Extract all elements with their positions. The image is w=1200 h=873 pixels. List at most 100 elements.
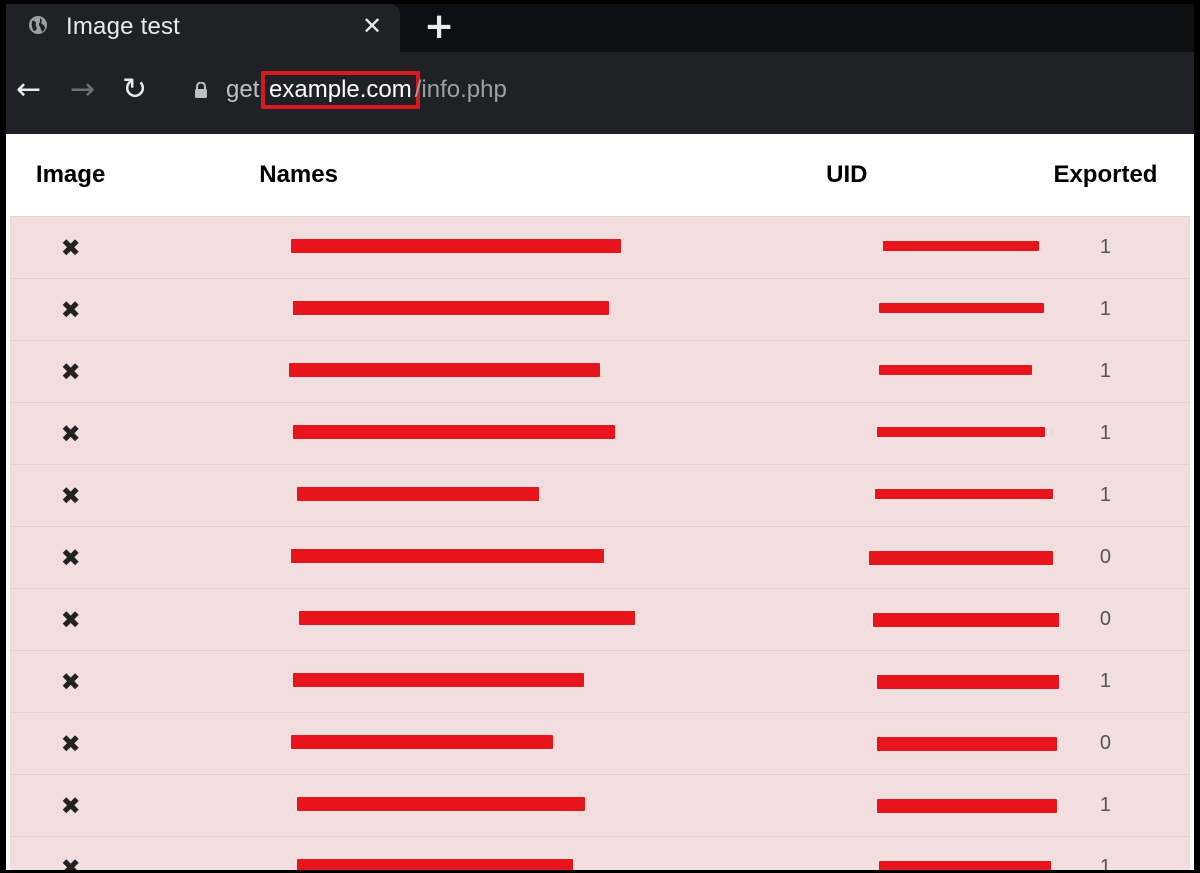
exported-cell: 1 bbox=[1099, 422, 1112, 444]
table-row: ✖ 1 bbox=[10, 836, 1190, 871]
name-cell-redacted bbox=[131, 217, 673, 279]
reload-icon[interactable]: ↻ bbox=[122, 72, 147, 107]
forward-arrow-icon[interactable]: → bbox=[70, 72, 95, 107]
image-cell: ✖ bbox=[10, 775, 131, 837]
exported-cell: 1 bbox=[1099, 360, 1112, 382]
image-cell: ✖ bbox=[10, 527, 131, 589]
missing-image-x-icon: ✖ bbox=[60, 419, 81, 448]
name-cell-redacted bbox=[131, 465, 673, 527]
redaction-bar bbox=[299, 611, 636, 625]
uid-cell-redacted bbox=[673, 527, 1053, 589]
redaction-bar bbox=[876, 427, 1045, 437]
redaction-bar bbox=[878, 365, 1032, 375]
uid-cell-redacted bbox=[673, 403, 1045, 465]
page-content: Image Names UID Exported ✖ 1 ✖ 1 ✖ 1 ✖ 1 ✖ 1 ✖ 0 ✖ 0 ✖… bbox=[6, 134, 1194, 870]
uid-cell-redacted bbox=[673, 775, 1057, 837]
new-tab-button[interactable]: + bbox=[424, 6, 454, 47]
redaction-bar bbox=[293, 673, 585, 687]
exported-cell: 0 bbox=[1099, 546, 1112, 568]
missing-image-x-icon: ✖ bbox=[60, 295, 81, 324]
redaction-bar bbox=[293, 301, 610, 315]
name-cell-redacted bbox=[131, 279, 673, 341]
table-row: ✖ 1 bbox=[10, 464, 1190, 527]
missing-image-x-icon: ✖ bbox=[60, 543, 81, 572]
uid-cell-redacted bbox=[673, 279, 1044, 341]
name-cell-redacted bbox=[131, 713, 673, 775]
column-header-exported: Exported bbox=[1053, 161, 1158, 188]
image-cell: ✖ bbox=[10, 651, 131, 713]
tab-strip: Image test ✕ + bbox=[6, 4, 1194, 54]
address-toolbar: ← → ↻ get. example.com/info.php bbox=[6, 52, 1194, 134]
table-row: ✖ 1 bbox=[10, 650, 1190, 713]
back-arrow-icon[interactable]: ← bbox=[16, 72, 41, 107]
exported-cell: 1 bbox=[1099, 484, 1112, 506]
uid-cell-redacted bbox=[673, 589, 1059, 651]
missing-image-x-icon: ✖ bbox=[60, 667, 81, 696]
image-cell: ✖ bbox=[10, 403, 131, 465]
redaction-bar bbox=[297, 859, 574, 870]
exported-cell: 1 bbox=[1099, 794, 1112, 816]
redaction-bar bbox=[878, 303, 1044, 313]
name-cell-redacted bbox=[131, 527, 673, 589]
redaction-bar bbox=[291, 239, 622, 253]
exported-cell: 1 bbox=[1099, 856, 1112, 870]
uid-cell-redacted bbox=[673, 651, 1059, 713]
name-cell-redacted bbox=[131, 775, 673, 837]
table-row: ✖ 1 bbox=[10, 402, 1190, 465]
records-table: Image Names UID Exported ✖ 1 ✖ 1 ✖ 1 ✖ 1 ✖ 1 ✖ 0 ✖ 0 ✖… bbox=[10, 134, 1190, 870]
table-row: ✖ 0 bbox=[10, 712, 1190, 775]
redaction-bar bbox=[289, 363, 601, 377]
redaction-bar bbox=[882, 241, 1039, 251]
missing-image-x-icon: ✖ bbox=[60, 791, 81, 820]
uid-cell-redacted bbox=[673, 341, 1032, 403]
table-row: ✖ 0 bbox=[10, 526, 1190, 589]
table-header-row: Image Names UID Exported bbox=[10, 134, 1190, 217]
image-cell: ✖ bbox=[10, 465, 131, 527]
name-cell-redacted bbox=[131, 589, 673, 651]
url-path: /info.php bbox=[414, 76, 507, 103]
url-host-highlighted: example.com bbox=[261, 71, 420, 109]
name-cell-redacted bbox=[131, 837, 673, 870]
name-cell-redacted bbox=[131, 403, 673, 465]
missing-image-x-icon: ✖ bbox=[60, 481, 81, 510]
redaction-bar bbox=[297, 797, 586, 811]
column-header-names: Names bbox=[259, 161, 338, 188]
exported-cell: 0 bbox=[1099, 608, 1112, 630]
image-cell: ✖ bbox=[10, 837, 131, 871]
missing-image-x-icon: ✖ bbox=[60, 605, 81, 634]
table-row: ✖ 1 bbox=[10, 774, 1190, 837]
uid-cell-redacted bbox=[673, 465, 1053, 527]
uid-cell-redacted bbox=[673, 217, 1039, 279]
image-cell: ✖ bbox=[10, 713, 131, 775]
browser-window: Image test ✕ + ← → ↻ get. example.com/inf… bbox=[6, 4, 1194, 870]
tab-title: Image test bbox=[66, 13, 181, 40]
exported-cell: 1 bbox=[1099, 298, 1112, 320]
table-row: ✖ 1 bbox=[10, 216, 1190, 279]
uid-cell-redacted bbox=[673, 713, 1057, 775]
lock-icon[interactable] bbox=[194, 82, 208, 98]
redaction-bar bbox=[291, 549, 605, 563]
uid-cell-redacted bbox=[673, 837, 1051, 870]
exported-cell: 0 bbox=[1099, 732, 1112, 754]
table-row: ✖ 1 bbox=[10, 278, 1190, 341]
table-row: ✖ 1 bbox=[10, 340, 1190, 403]
exported-cell: 1 bbox=[1099, 236, 1112, 258]
missing-image-x-icon: ✖ bbox=[60, 233, 81, 262]
image-cell: ✖ bbox=[10, 217, 131, 279]
tab-image-test[interactable]: Image test ✕ bbox=[6, 4, 400, 54]
name-cell-redacted bbox=[131, 651, 673, 713]
globe-icon bbox=[29, 16, 47, 34]
image-cell: ✖ bbox=[10, 341, 131, 403]
url-prefix: get. bbox=[226, 76, 267, 103]
missing-image-x-icon: ✖ bbox=[60, 357, 81, 386]
column-header-uid: UID bbox=[826, 161, 868, 188]
exported-cell: 1 bbox=[1099, 670, 1112, 692]
image-cell: ✖ bbox=[10, 279, 131, 341]
redaction-bar bbox=[291, 735, 554, 749]
address-bar[interactable]: get. example.com/info.php bbox=[226, 71, 507, 109]
table-row: ✖ 0 bbox=[10, 588, 1190, 651]
missing-image-x-icon: ✖ bbox=[60, 853, 81, 871]
close-tab-icon[interactable]: ✕ bbox=[362, 12, 382, 40]
column-header-image: Image bbox=[35, 161, 106, 188]
name-cell-redacted bbox=[131, 341, 673, 403]
